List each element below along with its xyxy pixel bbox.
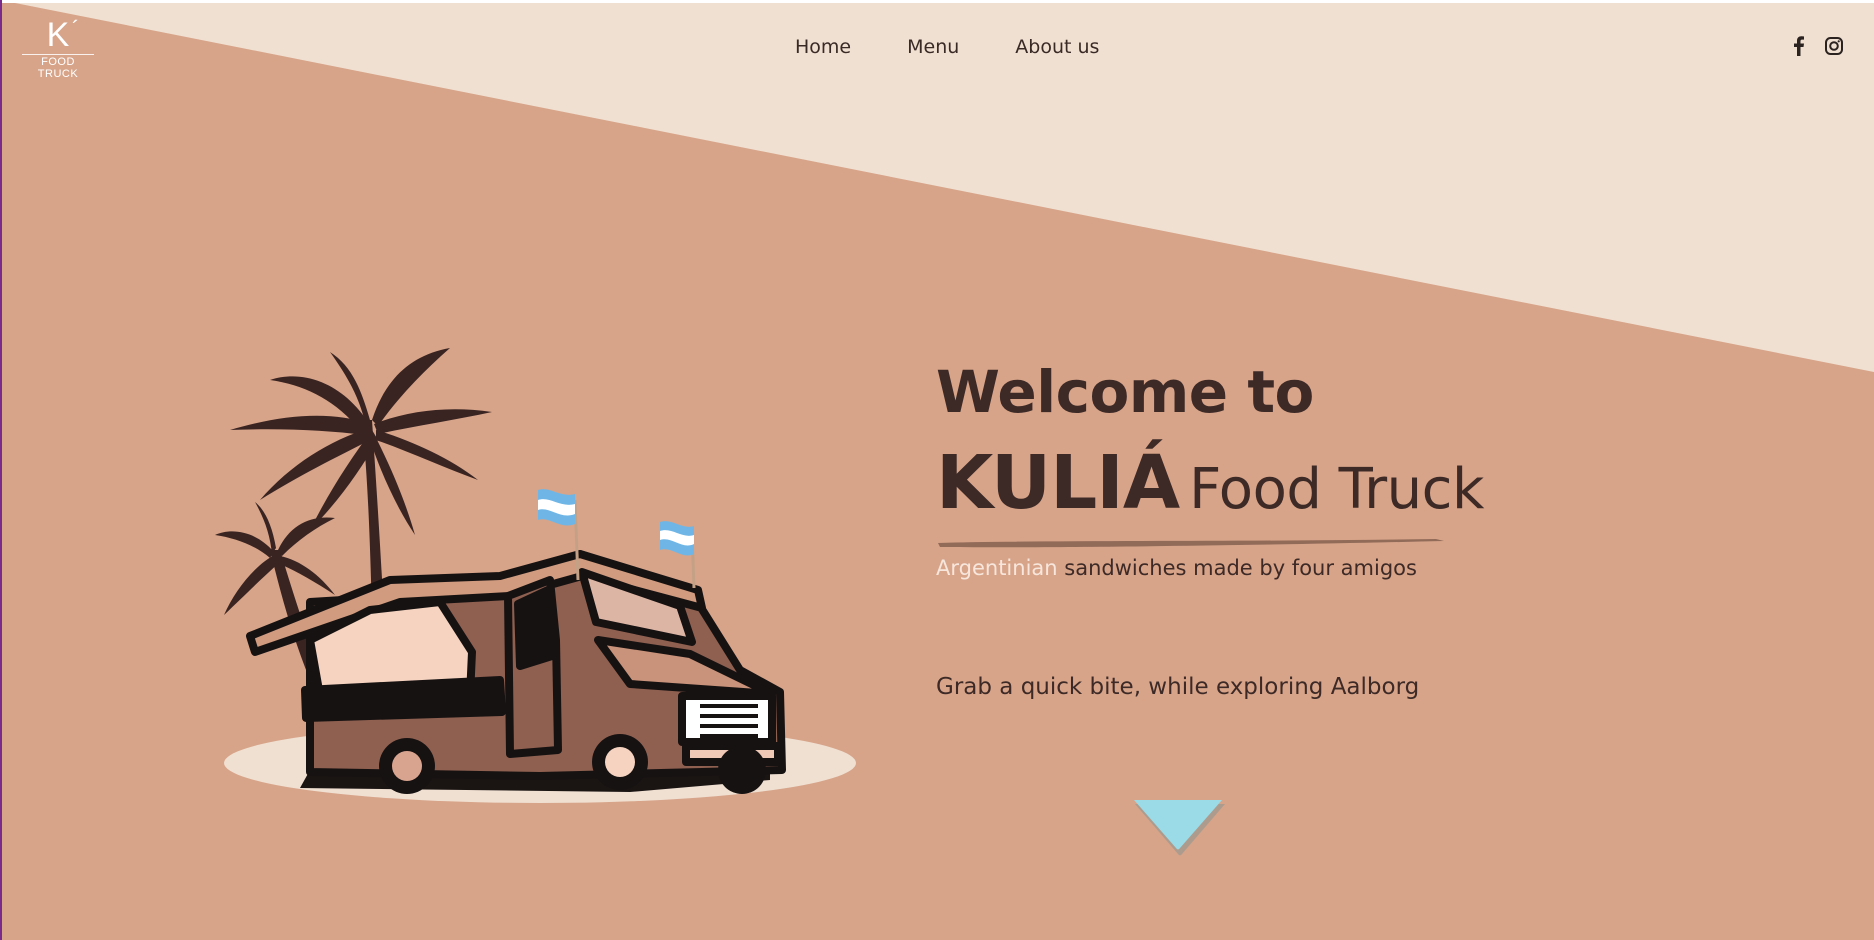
logo-mark: K ´ xyxy=(46,16,80,54)
logo-letter: K xyxy=(46,16,70,54)
landing-page: K ´ FOOD TRUCK Home Menu About us Welcom… xyxy=(0,0,1874,940)
hero-section: Welcome to KULIÁ Food Truck Argentinian s… xyxy=(936,358,1556,700)
facebook-icon[interactable] xyxy=(1790,36,1808,56)
welcome-heading: Welcome to xyxy=(936,358,1314,426)
brand-name: KULIÁ xyxy=(936,440,1180,526)
hero-subtitle: Grab a quick bite, while exploring Aalbo… xyxy=(936,674,1420,700)
logo-subtitle: FOOD TRUCK xyxy=(22,54,94,80)
brand-suffix: Food Truck xyxy=(1189,457,1484,522)
chevron-down-icon[interactable] xyxy=(1130,798,1226,856)
nav-about-us[interactable]: About us xyxy=(1015,36,1099,58)
top-border xyxy=(0,0,1874,3)
tagline-text: sandwiches made by four amigos xyxy=(1057,556,1417,580)
tagline-highlight: Argentinian xyxy=(936,556,1058,580)
left-border xyxy=(0,0,2,940)
logo[interactable]: K ´ FOOD TRUCK xyxy=(22,16,94,80)
social-links xyxy=(1790,36,1843,56)
nav-home[interactable]: Home xyxy=(795,36,851,58)
logo-accent: ´ xyxy=(72,16,80,41)
nav-menu[interactable]: Menu xyxy=(907,36,959,58)
tagline: Argentinian sandwiches made by four amig… xyxy=(936,556,1556,580)
food-truck-illustration xyxy=(215,348,856,803)
brush-underline xyxy=(938,539,1444,548)
food-truck xyxy=(246,550,786,780)
hero-title: KULIÁ Food Truck xyxy=(936,440,1556,526)
instagram-icon[interactable] xyxy=(1824,36,1843,56)
main-nav: Home Menu About us xyxy=(795,36,1099,58)
